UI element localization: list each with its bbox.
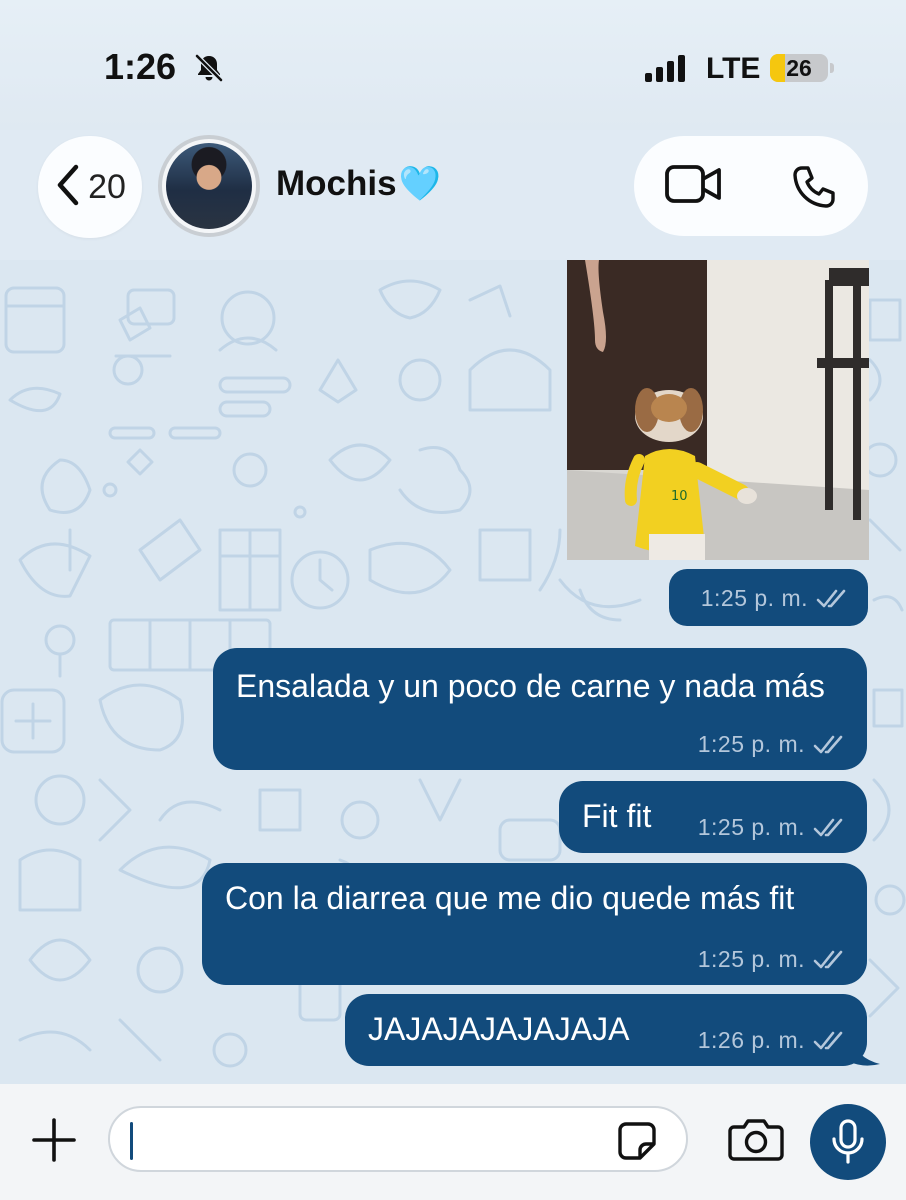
dog-gif-image: 10 [567, 260, 869, 560]
message-time: 1:25 p. m. [697, 731, 805, 757]
contact-name-text: Mochis [276, 164, 397, 203]
double-check-icon [816, 589, 846, 607]
bell-slash-icon [193, 52, 225, 89]
sticker-button[interactable] [616, 1120, 658, 1167]
message-input[interactable] [108, 1106, 688, 1172]
media-timestamp-bubble: 1:25 p. m. [669, 569, 868, 626]
battery-percent: 26 [786, 55, 812, 81]
avatar-image [166, 143, 252, 229]
microphone-icon [832, 1119, 864, 1164]
unread-count: 20 [88, 167, 126, 206]
sticker-icon [618, 1122, 656, 1160]
phone-icon [793, 166, 835, 208]
chevron-left-icon [54, 163, 82, 212]
message-text: Ensalada y un poco de carne y nada más [236, 668, 825, 704]
message-time: 1:25 p. m. [700, 585, 808, 611]
double-check-icon [813, 1031, 843, 1049]
double-check-icon [813, 735, 843, 753]
message-text: Fit fit [582, 798, 652, 834]
signal-icon [645, 54, 685, 82]
message-time: 1:26 p. m. [697, 1027, 805, 1053]
double-check-icon [813, 818, 843, 836]
status-time: 1:26 [104, 46, 177, 87]
text-caret [130, 1122, 133, 1160]
battery-icon: 26 [770, 54, 828, 82]
video-camera-icon [665, 165, 721, 203]
svg-text:10: 10 [671, 489, 688, 504]
message-bubble[interactable]: Ensalada y un poco de carne y nada más 1… [213, 648, 867, 770]
message-text: Con la diarrea que me dio quede más fit [225, 880, 795, 916]
status-bar: 1:26 LTE 26 [0, 0, 906, 130]
camera-button[interactable] [728, 1117, 784, 1166]
battery-tip [830, 63, 834, 73]
double-check-icon [813, 950, 843, 968]
message-bubble[interactable]: Con la diarrea que me dio quede más fit … [202, 863, 867, 985]
message-bubble[interactable]: JAJAJAJAJAJAJA 1:26 p. m. [345, 994, 867, 1066]
message-list[interactable]: 10 1:25 p. m. Ensalada y un poco de carn… [0, 260, 906, 1084]
voice-call-button[interactable] [790, 163, 838, 216]
avatar[interactable] [158, 135, 260, 237]
heart-emoji: 🩵 [398, 165, 441, 203]
video-call-button[interactable] [664, 162, 724, 211]
back-button[interactable]: 20 [38, 136, 142, 238]
media-message-gif[interactable]: 10 [567, 260, 869, 560]
network-label: LTE [706, 52, 761, 85]
attach-button[interactable] [32, 1118, 76, 1167]
message-bubble[interactable]: Fit fit 1:25 p. m. [559, 781, 867, 853]
message-time: 1:25 p. m. [697, 946, 805, 972]
bubble-tail [850, 1036, 880, 1066]
plus-icon [32, 1118, 76, 1162]
contact-name[interactable]: Mochis 🩵 [276, 164, 441, 204]
chat-header: 20 Mochis 🩵 [0, 130, 906, 260]
camera-icon [728, 1119, 784, 1161]
composer-bar [0, 1084, 906, 1200]
voice-message-button[interactable] [810, 1104, 886, 1180]
call-actions [634, 136, 868, 236]
message-text: JAJAJAJAJAJAJA [368, 1011, 630, 1047]
message-time: 1:25 p. m. [697, 814, 805, 840]
